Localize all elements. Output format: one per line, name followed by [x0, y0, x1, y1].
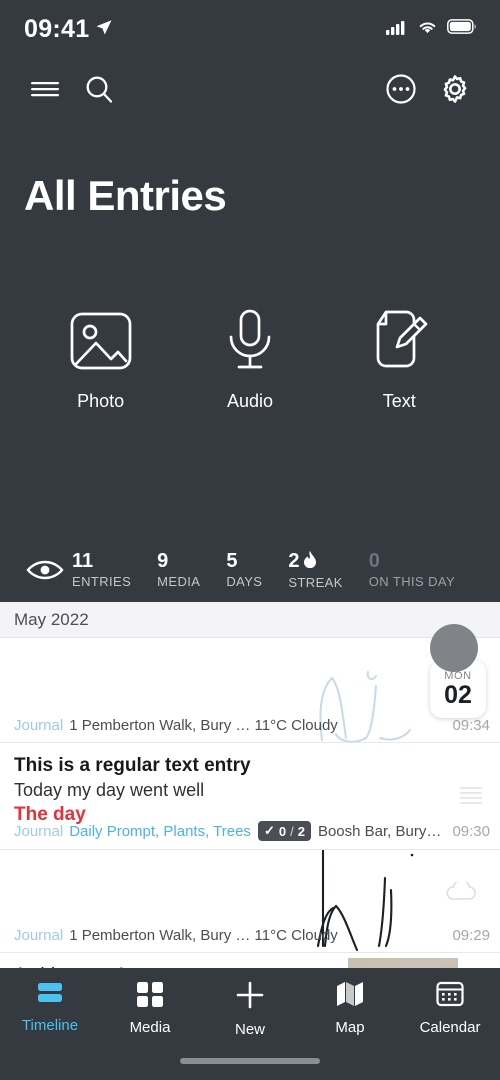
- quick-action-audio-label: Audio: [226, 391, 273, 411]
- stat-days-label: DAYS: [226, 574, 263, 589]
- entry-body: Today my day went well: [14, 780, 205, 801]
- entry-time: 09:30: [452, 822, 490, 840]
- stats-bar: 11 ENTRIES 9 MEDIA 5 DAYS 2 STREAK 0 ON …: [0, 538, 500, 602]
- nav-right-group: [374, 62, 482, 116]
- search-icon[interactable]: [72, 62, 126, 116]
- wifi-icon: [417, 19, 438, 40]
- tab-calendar-label: Calendar: [419, 1019, 481, 1036]
- tab-new[interactable]: New: [200, 980, 300, 1038]
- quick-actions: Photo Audio Text: [0, 308, 500, 412]
- ellipsis-circle-icon[interactable]: [374, 62, 428, 116]
- stat-entries-value: 11: [72, 550, 94, 572]
- stat-media-label: MEDIA: [157, 574, 201, 589]
- flame-icon: [303, 550, 317, 573]
- tab-timeline[interactable]: Timeline: [0, 980, 100, 1034]
- table-row[interactable]: A video note!: [0, 953, 500, 968]
- tab-calendar[interactable]: Calendar: [400, 980, 500, 1036]
- tasks-separator: /: [290, 823, 294, 839]
- quick-action-photo-label: Photo: [77, 391, 125, 411]
- list-lines-icon: [460, 787, 482, 807]
- quick-action-text[interactable]: Text: [344, 308, 454, 412]
- stat-streak-value: 2: [288, 550, 300, 572]
- table-row[interactable]: MON 02 Journal 1 Pemberton Walk, Bury … …: [0, 624, 500, 743]
- table-row[interactable]: This is a regular text entry Today my da…: [0, 743, 500, 850]
- battery-full-icon: [447, 19, 478, 39]
- stat-media[interactable]: 9 MEDIA: [157, 550, 201, 590]
- stat-entries-label: ENTRIES: [72, 574, 132, 589]
- stat-on-this-day-label: ON THIS DAY: [368, 574, 456, 589]
- tab-media-label: Media: [129, 1019, 171, 1036]
- nav-left-group: [18, 62, 126, 116]
- tab-map[interactable]: Map: [300, 980, 400, 1036]
- cellular-signal-icon: [386, 19, 408, 40]
- entry-tags[interactable]: Daily Prompt, Plants, Trees: [69, 823, 251, 840]
- gear-icon[interactable]: [428, 62, 482, 116]
- stat-on-this-day-value: 0: [368, 550, 380, 572]
- map-icon: [335, 980, 365, 1013]
- tab-map-label: Map: [335, 1019, 365, 1036]
- check-icon: ✓: [263, 823, 275, 838]
- quick-action-photo[interactable]: Photo: [46, 310, 156, 412]
- quick-action-text-label: Text: [382, 391, 416, 411]
- status-bar-right: [386, 19, 478, 40]
- entry-journal-label[interactable]: Journal: [14, 717, 63, 734]
- grid-icon: [135, 980, 165, 1013]
- tab-media[interactable]: Media: [100, 980, 200, 1036]
- table-row[interactable]: Journal 1 Pemberton Walk, Bury … 11°C Cl…: [0, 850, 500, 953]
- stat-days-value: 5: [226, 550, 238, 572]
- stat-entries[interactable]: 11 ENTRIES: [72, 550, 132, 590]
- entry-location-weather: 1 Pemberton Walk, Bury … 11°C Cloudy: [69, 927, 338, 944]
- stat-media-value: 9: [157, 550, 169, 572]
- status-bar-left: 09:41: [24, 15, 113, 44]
- stat-streak-label: STREAK: [288, 574, 343, 590]
- status-time: 09:41: [24, 14, 90, 43]
- avatar[interactable]: [430, 624, 478, 672]
- nav-bar: [0, 58, 500, 120]
- microphone-icon: [219, 308, 281, 377]
- calendar-icon: [435, 980, 465, 1013]
- tab-bar: Timeline Media New Map Calendar: [0, 968, 500, 1080]
- timeline-list[interactable]: May 2022 MON 02 Journal 1 Pemberton Walk…: [0, 602, 500, 968]
- entry-location-weather: Boosh Bar, Bury St…: [317, 822, 443, 840]
- entry-time: 09:29: [452, 927, 490, 944]
- cloud-icon: [444, 879, 478, 907]
- entry-title: This is a regular text entry: [14, 755, 251, 776]
- stat-on-this-day[interactable]: 0 ON THIS DAY: [368, 550, 456, 590]
- stat-streak[interactable]: 2 STREAK: [288, 550, 343, 590]
- timeline-icon: [33, 980, 67, 1011]
- plus-icon: [233, 980, 267, 1015]
- home-indicator[interactable]: [180, 1058, 320, 1064]
- location-arrow-icon: [95, 18, 113, 41]
- app-screen: 09:41 All Entries Photo Audio Text 11 EN…: [0, 0, 500, 1080]
- date-chip-day: 02: [444, 680, 472, 709]
- photo-icon: [68, 310, 134, 377]
- entry-location-weather: 1 Pemberton Walk, Bury … 11°C Cloudy: [69, 717, 338, 734]
- entry-meta: Journal 1 Pemberton Walk, Bury … 11°C Cl…: [14, 927, 490, 944]
- tab-timeline-label: Timeline: [21, 1017, 79, 1034]
- stat-days[interactable]: 5 DAYS: [226, 550, 263, 590]
- document-pencil-icon: [368, 308, 430, 377]
- status-bar: 09:41: [0, 0, 500, 58]
- eye-icon[interactable]: [18, 558, 72, 582]
- entry-meta: Journal Daily Prompt, Plants, Trees ✓ 0 …: [14, 821, 490, 841]
- status-badge: ✓ 0 / 2: [257, 821, 311, 841]
- hamburger-menu-icon[interactable]: [18, 62, 72, 116]
- entry-meta: Journal 1 Pemberton Walk, Bury … 11°C Cl…: [14, 717, 490, 734]
- entry-journal-label[interactable]: Journal: [14, 927, 63, 944]
- entry-time: 09:34: [452, 717, 490, 734]
- tasks-total: 2: [297, 823, 305, 839]
- title-area: All Entries: [0, 120, 500, 220]
- tab-new-label: New: [234, 1021, 265, 1038]
- stat-streak-value-row: 2: [288, 550, 317, 573]
- video-thumbnail[interactable]: [348, 958, 458, 968]
- entry-journal-label[interactable]: Journal: [14, 823, 63, 840]
- quick-action-audio[interactable]: Audio: [195, 308, 305, 412]
- month-header: May 2022: [0, 602, 500, 638]
- tasks-done: 0: [278, 823, 287, 839]
- page-title: All Entries: [24, 172, 227, 219]
